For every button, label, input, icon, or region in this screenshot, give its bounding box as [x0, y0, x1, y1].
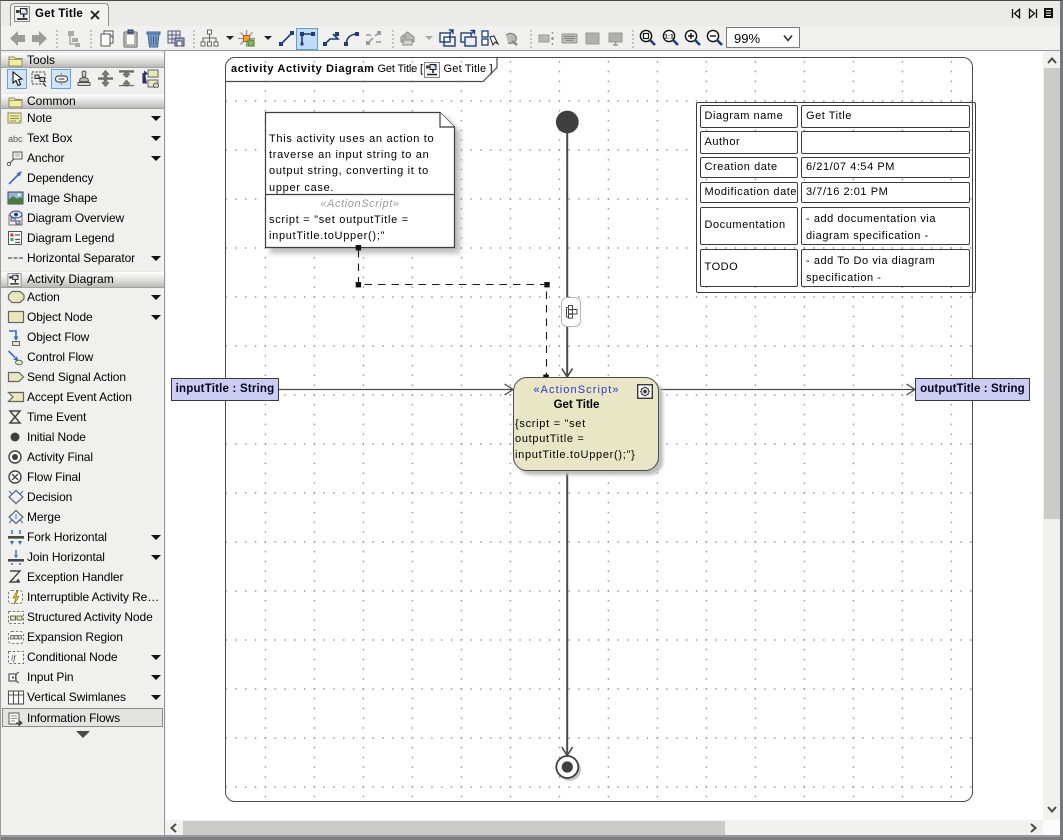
svg-text:1:1: 1:1: [664, 34, 674, 41]
svg-text:abc: abc: [8, 134, 23, 144]
